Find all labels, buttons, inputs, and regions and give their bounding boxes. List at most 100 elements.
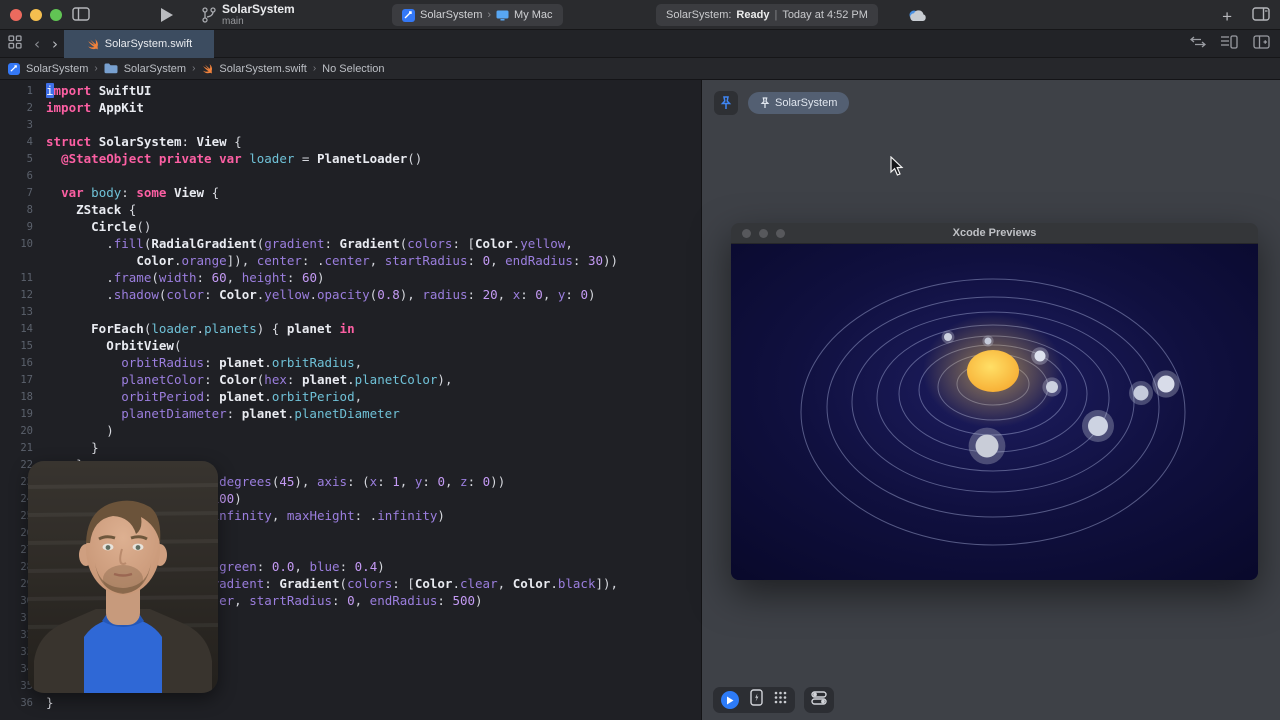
scheme-name: SolarSystem xyxy=(420,9,482,21)
forward-chevron-icon[interactable]: › xyxy=(52,37,58,52)
scheme-project[interactable]: SolarSystem main xyxy=(202,3,295,27)
planet xyxy=(985,338,992,345)
line-number: 36 xyxy=(0,697,33,709)
sidebar-toggle-icon[interactable] xyxy=(72,6,90,27)
pin-button[interactable] xyxy=(714,91,738,115)
code-row[interactable]: 1import SwiftUI xyxy=(0,82,701,99)
back-chevron-icon[interactable]: ‹ xyxy=(34,37,40,52)
code-text: ) xyxy=(46,422,114,439)
tab-bar: ‹ › SolarSystem.swift xyxy=(0,30,1280,58)
breadcrumb-project[interactable]: SolarSystem xyxy=(26,63,88,75)
code-row[interactable]: 3 xyxy=(0,116,701,133)
code-row[interactable]: 2 import AppKit xyxy=(0,99,701,116)
code-row[interactable]: 18 orbitPeriod: planet.orbitPeriod, xyxy=(0,388,701,405)
code-row[interactable]: 4struct SolarSystem: View { xyxy=(0,133,701,150)
planet xyxy=(1035,351,1046,362)
live-preview-icon[interactable] xyxy=(721,691,739,709)
code-row[interactable]: 21 } xyxy=(0,439,701,456)
code-text: ZStack { xyxy=(46,201,136,218)
solar-system-preview xyxy=(731,244,1258,580)
code-row[interactable]: 20 ) xyxy=(0,422,701,439)
line-number: 3 xyxy=(0,119,33,131)
code-text: } xyxy=(46,439,99,456)
line-number: 17 xyxy=(0,374,33,386)
preview-pin-label: SolarSystem xyxy=(775,97,837,109)
minimize-button[interactable] xyxy=(759,229,768,238)
presenter-shirt xyxy=(84,617,162,693)
line-number: 20 xyxy=(0,425,33,437)
variants-grid-icon[interactable] xyxy=(774,691,787,709)
code-text: .fill(RadialGradient(gradient: Gradient(… xyxy=(46,235,573,252)
code-review-icon[interactable] xyxy=(1190,35,1206,53)
line-number: 10 xyxy=(0,238,33,250)
code-row[interactable]: 10 .fill(RadialGradient(gradient: Gradie… xyxy=(0,235,701,252)
device-preview-icon[interactable] xyxy=(750,689,763,711)
code-row[interactable]: 8 ZStack { xyxy=(0,201,701,218)
code-row[interactable]: 12 .shadow(color: Color.yellow.opacity(0… xyxy=(0,286,701,303)
code-text: Circle() xyxy=(46,218,151,235)
zoom-button[interactable] xyxy=(50,9,62,21)
code-text: Color.orange]), center: .center, startRa… xyxy=(46,252,618,269)
breadcrumb-file[interactable]: SolarSystem.swift xyxy=(219,63,306,75)
tab-solarsystem-swift[interactable]: SolarSystem.swift xyxy=(64,30,214,58)
tab-label: SolarSystem.swift xyxy=(105,38,192,50)
code-text: import AppKit xyxy=(46,99,144,116)
preview-pin-tag[interactable]: SolarSystem xyxy=(748,92,849,114)
code-text: struct SolarSystem: View { xyxy=(46,133,242,150)
code-text: orbitPeriod: planet.orbitPeriod, xyxy=(46,388,362,405)
add-editor-icon[interactable] xyxy=(1253,35,1270,54)
preview-toolbar xyxy=(713,687,834,713)
code-row[interactable]: 13 xyxy=(0,303,701,320)
code-row[interactable]: 5 @StateObject private var loader = Plan… xyxy=(0,150,701,167)
app-icon xyxy=(8,63,20,75)
editor-layout-icon[interactable] xyxy=(1252,6,1270,27)
minimize-button[interactable] xyxy=(30,9,42,21)
code-row[interactable]: 9 Circle() xyxy=(0,218,701,235)
swift-file-icon xyxy=(201,63,213,75)
branch-name: main xyxy=(222,16,295,27)
code-row[interactable]: 36} xyxy=(0,694,701,711)
scheme-selector[interactable]: SolarSystem › My Mac xyxy=(392,4,563,26)
preview-canvas: SolarSystem Xcode Previews xyxy=(701,80,1280,720)
breadcrumb-group[interactable]: SolarSystem xyxy=(124,63,186,75)
previews-window-titlebar[interactable]: Xcode Previews xyxy=(731,223,1258,244)
code-text: orbitRadius: planet.orbitRadius, xyxy=(46,354,362,371)
code-row[interactable]: 15 OrbitView( xyxy=(0,337,701,354)
line-number: 2 xyxy=(0,102,33,114)
code-row[interactable]: 17 planetColor: Color(hex: planet.planet… xyxy=(0,371,701,388)
code-row[interactable]: 19 planetDiameter: planet.planetDiameter xyxy=(0,405,701,422)
titlebar: SolarSystem main SolarSystem › My Mac So… xyxy=(0,0,1280,30)
code-row[interactable]: Color.orange]), center: .center, startRa… xyxy=(0,252,701,269)
previews-window-controls xyxy=(742,229,785,238)
close-button[interactable] xyxy=(10,9,22,21)
device-settings-icon[interactable] xyxy=(811,691,827,710)
project-title: SolarSystem xyxy=(222,3,295,16)
close-button[interactable] xyxy=(742,229,751,238)
code-row[interactable]: 14 ForEach(loader.planets) { planet in xyxy=(0,320,701,337)
line-number: 9 xyxy=(0,221,33,233)
breadcrumb: SolarSystem › SolarSystem › SolarSystem.… xyxy=(0,58,1280,80)
activity-status[interactable]: SolarSystem: Ready | Today at 4:52 PM xyxy=(656,4,878,26)
planet xyxy=(976,435,999,458)
source-editor[interactable]: 1import SwiftUI 2 import AppKit 3 4struct So… xyxy=(0,80,701,720)
editor-options-icon[interactable] xyxy=(1221,35,1238,54)
code-row[interactable]: 7 var body: some View { xyxy=(0,184,701,201)
line-number: 7 xyxy=(0,187,33,199)
planet xyxy=(944,333,952,341)
line-number: 22 xyxy=(0,459,33,471)
run-button[interactable] xyxy=(160,7,174,28)
code-row[interactable]: 16 orbitRadius: planet.orbitRadius, xyxy=(0,354,701,371)
add-tab-button[interactable]: + xyxy=(1222,8,1232,25)
code-row[interactable]: 6 xyxy=(0,167,701,184)
solar-system-rendering xyxy=(731,244,1258,580)
planet xyxy=(1088,416,1108,436)
zoom-button[interactable] xyxy=(776,229,785,238)
code-text: @StateObject private var loader = Planet… xyxy=(46,150,422,167)
code-row[interactable]: 11 .frame(width: 60, height: 60) xyxy=(0,269,701,286)
arrow-cursor-icon xyxy=(890,156,904,181)
status-state: Ready xyxy=(736,9,769,21)
line-number: 1 xyxy=(0,85,33,97)
breadcrumb-selection[interactable]: No Selection xyxy=(322,63,384,75)
tab-overview-icon[interactable] xyxy=(8,35,22,54)
code-text: OrbitView( xyxy=(46,337,181,354)
